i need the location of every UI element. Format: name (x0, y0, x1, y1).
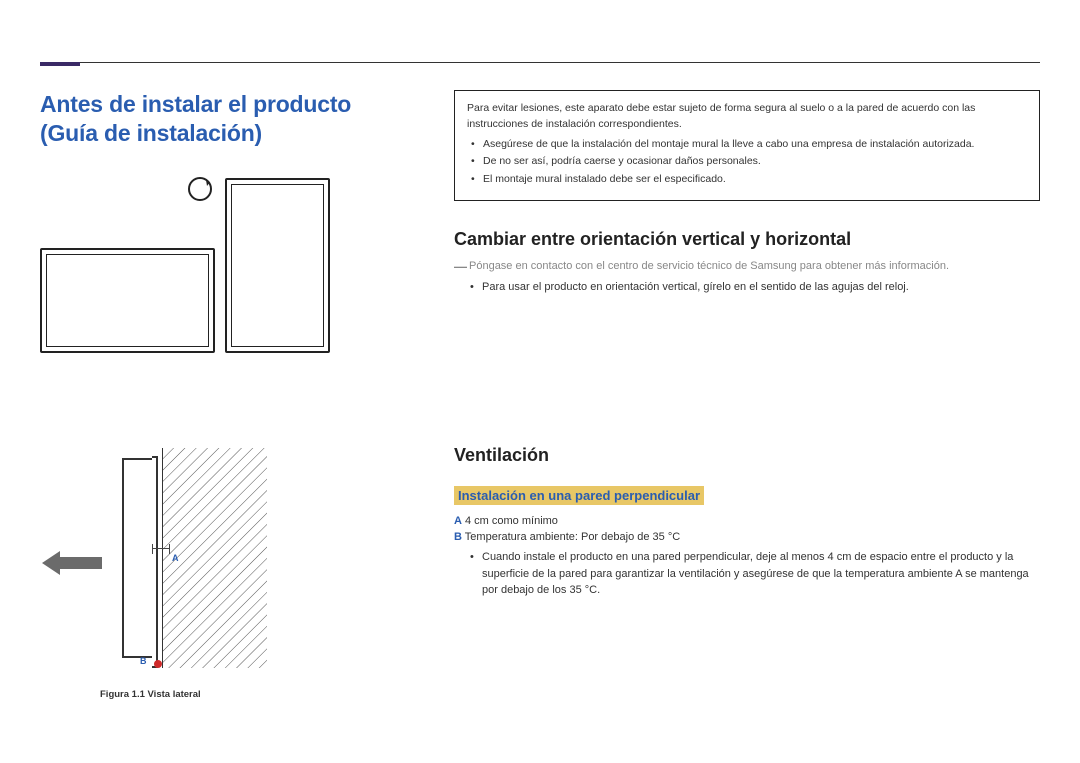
page-title: Antes de instalar el producto (Guía de i… (40, 90, 400, 148)
warning-item: Asegúrese de que la instalación del mont… (483, 137, 1027, 153)
title-line-2: (Guía de instalación) (40, 120, 262, 146)
ventilation-side-figure: A B (122, 448, 267, 678)
accent-bar (40, 62, 80, 66)
orientation-list: Para usar el producto en orientación ver… (454, 279, 1040, 296)
warning-item: El montaje mural instalado debe ser el e… (483, 172, 1027, 188)
dimension-label-A: A (172, 553, 179, 563)
temperature-dot-icon (154, 660, 162, 668)
heading-ventilation: Ventilación (454, 445, 1040, 466)
warning-list: Asegúrese de que la instalación del mont… (467, 137, 1027, 188)
spec-B-val: Temperatura ambiente: Por debajo de 35 °… (462, 531, 680, 543)
dimension-label-B: B (140, 656, 147, 666)
ventilation-item: Cuando instale el producto en una pared … (482, 549, 1040, 599)
title-line-1: Antes de instalar el producto (40, 91, 351, 117)
spec-A: A 4 cm como mínimo (454, 515, 1040, 527)
orientation-item: Para usar el producto en orientación ver… (482, 279, 1040, 296)
product-side-icon (122, 458, 156, 658)
left-column: Antes de instalar el producto (Guía de i… (40, 90, 400, 700)
note-text: Póngase en contacto con el centro de ser… (469, 260, 949, 273)
spec-A-val: 4 cm como mínimo (462, 515, 558, 527)
right-column: Para evitar lesiones, este aparato debe … (454, 90, 1040, 700)
spec-B: B Temperatura ambiente: Por debajo de 35… (454, 531, 1040, 543)
note-line: ― Póngase en contacto con el centro de s… (454, 260, 1040, 273)
spec-B-key: B (454, 531, 462, 543)
warning-intro: Para evitar lesiones, este aparato debe … (467, 101, 1027, 133)
figure-caption: Figura 1.1 Vista lateral (100, 689, 400, 700)
spec-A-key: A (454, 515, 462, 527)
rotate-clockwise-icon (185, 174, 215, 204)
dimension-A-line (152, 548, 170, 549)
view-direction-arrow-icon (40, 551, 104, 575)
screen-horizontal-icon (40, 248, 215, 353)
orientation-figure (40, 178, 400, 353)
screen-vertical-wrap (225, 178, 330, 353)
heading-orientation: Cambiar entre orientación vertical y hor… (454, 229, 1040, 250)
ventilation-list: Cuando instale el producto en una pared … (454, 549, 1040, 599)
note-dash-icon: ― (454, 260, 467, 273)
divider-top (40, 62, 1040, 63)
ventilation-figure-area: A B (40, 443, 400, 683)
subheading-ventilation: Instalación en una pared perpendicular (454, 486, 704, 505)
screen-vertical-icon (225, 178, 330, 353)
main-columns: Antes de instalar el producto (Guía de i… (40, 0, 1040, 700)
warning-item: De no ser así, podría caerse y ocasionar… (483, 154, 1027, 170)
warning-box: Para evitar lesiones, este aparato debe … (454, 90, 1040, 201)
page: Antes de instalar el producto (Guía de i… (0, 0, 1080, 763)
